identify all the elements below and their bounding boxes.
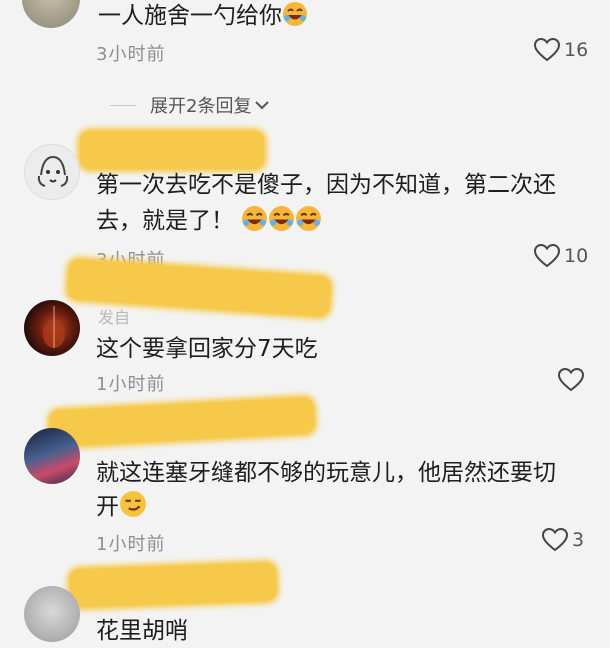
avatar[interactable] — [24, 428, 80, 484]
comment-text-line1: 第一次去吃不是傻子，因为不知道，第二次还 — [96, 172, 556, 198]
like-button[interactable]: 16 — [534, 38, 588, 62]
laughing-emoji-icon — [241, 205, 268, 242]
redacted-username — [69, 562, 277, 608]
comment-text-line2: 开 — [96, 490, 147, 528]
comment-text: 花里胡哨 — [96, 618, 188, 644]
heart-icon — [534, 244, 560, 268]
laughing-emoji-icon — [282, 1, 308, 37]
redacted-username — [49, 397, 315, 447]
like-count: 10 — [564, 245, 589, 267]
comment-time: 1小时前 — [96, 374, 166, 395]
avatar[interactable] — [24, 586, 80, 642]
comment-time: 3小时前 — [96, 44, 166, 65]
redacted-username — [80, 131, 264, 169]
divider — [110, 104, 136, 106]
chevron-down-icon — [255, 101, 270, 110]
comment-text: 这个要拿回家分7天吃 — [96, 336, 318, 362]
laughing-emoji-icon — [268, 205, 295, 242]
avatar[interactable] — [24, 300, 80, 356]
heart-icon — [534, 38, 560, 62]
like-count: 3 — [572, 529, 585, 551]
comment-text-line2: 去，就是了！ — [96, 204, 322, 242]
like-button[interactable] — [558, 368, 588, 392]
like-button[interactable]: 10 — [534, 244, 588, 268]
avatar[interactable] — [22, 0, 80, 28]
sketch-face-icon — [37, 155, 69, 187]
smirk-emoji-icon — [119, 490, 147, 528]
like-count: 16 — [564, 39, 589, 61]
heart-icon — [542, 528, 568, 552]
comment-text: 一人施舍一勺给你 — [98, 0, 308, 37]
comment-text-line1: 就这连塞牙缝都不够的玩意儿，他居然还要切 — [96, 460, 556, 486]
laughing-emoji-icon — [295, 205, 322, 242]
heart-icon — [558, 368, 584, 392]
like-button[interactable]: 3 — [542, 528, 584, 552]
expand-replies-label: 展开2条回复 — [150, 96, 252, 117]
violin-image — [43, 306, 65, 348]
comment-time: 1小时前 — [96, 534, 166, 555]
avatar[interactable] — [24, 144, 80, 200]
username[interactable]: 发自 — [98, 304, 130, 328]
expand-replies-button[interactable]: 展开2条回复 — [110, 92, 270, 118]
